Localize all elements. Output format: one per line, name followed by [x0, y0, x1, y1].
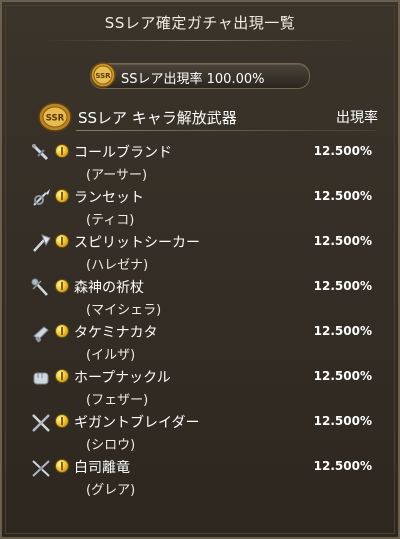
coin-icon: [55, 459, 69, 473]
item-name: ランセット: [74, 190, 144, 206]
item-rate: 12.500%: [313, 144, 372, 158]
coin-icon: [55, 414, 69, 428]
item-name: 白司離竜: [74, 460, 130, 476]
item-rate: 12.500%: [313, 279, 372, 293]
list-item: 森神の祈杖 (マイシェラ) 12.500%: [2, 275, 398, 318]
section-divider: [76, 130, 376, 131]
ssr-badge-icon: SSR: [38, 102, 72, 132]
item-character: (グレア): [86, 483, 136, 498]
item-character: (アーサー): [86, 168, 148, 183]
coin-icon: [55, 369, 69, 383]
coin-icon: [55, 279, 69, 293]
crossed-katana-icon: [32, 460, 50, 477]
item-character: (マイシェラ): [86, 303, 162, 318]
item-rate: 12.500%: [313, 189, 372, 203]
item-name: ギガントブレイダー: [74, 415, 200, 431]
rate-column-header: 出現率: [336, 110, 378, 126]
staff-icon: [31, 278, 48, 296]
fist-icon: [33, 372, 49, 385]
sword-icon: [32, 144, 49, 161]
list-item: スピリットシーカー (ハレゼナ) 12.500%: [2, 230, 398, 273]
ssr-badge-text: SSR: [95, 72, 111, 80]
title-divider: [44, 40, 356, 41]
item-name: タケミナカタ: [74, 325, 158, 341]
list-item: ランセット (ティコ) 12.500%: [2, 185, 398, 228]
item-rate: 12.500%: [313, 234, 372, 248]
item-character: (ハレゼナ): [86, 258, 149, 273]
total-rate-bar: SSR SSレア出現率 100.00%: [90, 62, 310, 89]
list-item: コールブランド (アーサー) 12.500%: [2, 140, 398, 183]
list-item: ホープナックル (フェザー) 12.500%: [2, 365, 398, 408]
section-header: SSR SSレア キャラ解放武器 出現率: [38, 102, 378, 132]
coin-icon: [55, 324, 69, 338]
item-rate: 12.500%: [313, 369, 372, 383]
item-name: コールブランド: [74, 145, 172, 161]
spear-icon: [33, 189, 50, 206]
list-item: タケミナカタ (イルザ) 12.500%: [2, 320, 398, 363]
item-character: (シロウ): [86, 438, 136, 453]
coin-icon: [55, 234, 69, 248]
ssr-badge-text: SSR: [46, 114, 65, 124]
total-rate-label: SSレア出現率 100.00%: [121, 72, 265, 87]
coin-icon: [55, 189, 69, 203]
item-character: (ティコ): [86, 213, 135, 228]
ssr-badge-icon: SSR: [90, 62, 116, 88]
item-name: ホープナックル: [74, 370, 171, 386]
crossed-swords-icon: [32, 414, 50, 432]
gacha-rate-panel: SSレア確定ガチャ出現一覧 SSR SSレア出現率 100.00% SSR SS…: [0, 0, 400, 539]
coin-icon: [55, 144, 69, 158]
list-item: 白司離竜 (グレア) 12.500%: [2, 455, 398, 498]
section-title: SSレア キャラ解放武器: [78, 109, 237, 127]
item-name: 森神の祈杖: [74, 280, 144, 296]
item-rate: 12.500%: [313, 324, 372, 338]
panel-title: SSレア確定ガチャ出現一覧: [104, 14, 296, 32]
item-character: (フェザー): [86, 393, 149, 408]
gun-icon: [33, 326, 49, 343]
item-rate: 12.500%: [313, 459, 372, 473]
item-rate: 12.500%: [313, 414, 372, 428]
list-item: ギガントブレイダー (シロウ) 12.500%: [2, 410, 398, 453]
item-name: スピリットシーカー: [74, 235, 200, 251]
axe-icon: [33, 234, 51, 252]
item-character: (イルザ): [86, 348, 136, 363]
